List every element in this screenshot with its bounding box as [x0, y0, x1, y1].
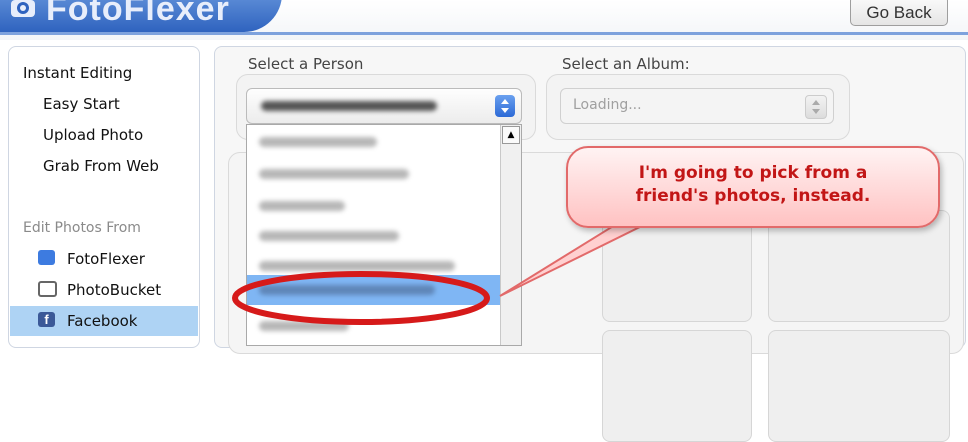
- highlighted-person-name-blurred: [259, 285, 435, 295]
- photobucket-icon: [38, 281, 57, 297]
- sidebar-heading-instant-editing: Instant Editing: [23, 64, 133, 82]
- sidebar-item-easy-start[interactable]: Easy Start: [43, 95, 120, 113]
- photo-tile[interactable]: [768, 330, 950, 442]
- scroll-up-arrow-icon[interactable]: ▲: [502, 126, 520, 144]
- app-logo: FotoFlexer: [46, 0, 230, 28]
- callout-bubble: I'm going to pick from a friend's photos…: [566, 146, 940, 228]
- sidebar: [8, 46, 200, 348]
- selected-person-name-blurred: [261, 101, 437, 111]
- list-item[interactable]: [259, 231, 399, 241]
- fotoflexer-icon: [38, 250, 55, 265]
- sidebar-item-photobucket[interactable]: PhotoBucket: [67, 281, 161, 299]
- sidebar-heading-edit-photos-from: Edit Photos From: [23, 220, 141, 236]
- sidebar-item-facebook[interactable]: Facebook: [67, 312, 137, 330]
- person-dropdown-list[interactable]: ▲: [246, 124, 522, 346]
- up-down-arrows-icon: [501, 99, 509, 113]
- photo-tile[interactable]: [602, 330, 752, 442]
- select-person-label: Select a Person: [248, 55, 364, 73]
- list-item[interactable]: [259, 261, 455, 271]
- sidebar-item-fotoflexer[interactable]: FotoFlexer: [67, 250, 145, 268]
- list-item[interactable]: [259, 201, 345, 211]
- header-divider: [0, 32, 968, 35]
- callout-text: I'm going to pick from a friend's photos…: [635, 163, 871, 206]
- camera-icon: [11, 0, 35, 17]
- sidebar-item-upload-photo[interactable]: Upload Photo: [43, 126, 143, 144]
- dropdown-scrollbar[interactable]: ▲: [500, 125, 521, 345]
- album-select-arrows-icon[interactable]: [805, 95, 827, 119]
- list-item-highlighted[interactable]: [247, 275, 501, 305]
- list-item[interactable]: [259, 321, 349, 331]
- facebook-icon: f: [38, 312, 55, 327]
- list-item[interactable]: [259, 137, 377, 147]
- select-album-label: Select an Album:: [562, 55, 690, 73]
- go-back-button[interactable]: Go Back: [850, 0, 948, 26]
- album-select[interactable]: Loading...: [560, 88, 834, 124]
- list-item[interactable]: [259, 169, 409, 179]
- select-arrows-icon[interactable]: [495, 95, 515, 117]
- sidebar-item-grab-from-web[interactable]: Grab From Web: [43, 157, 159, 175]
- person-select[interactable]: [246, 88, 522, 124]
- album-select-value: Loading...: [573, 97, 642, 113]
- header-bar: FotoFlexer Go Back: [0, 0, 968, 40]
- up-down-arrows-icon: [812, 100, 820, 114]
